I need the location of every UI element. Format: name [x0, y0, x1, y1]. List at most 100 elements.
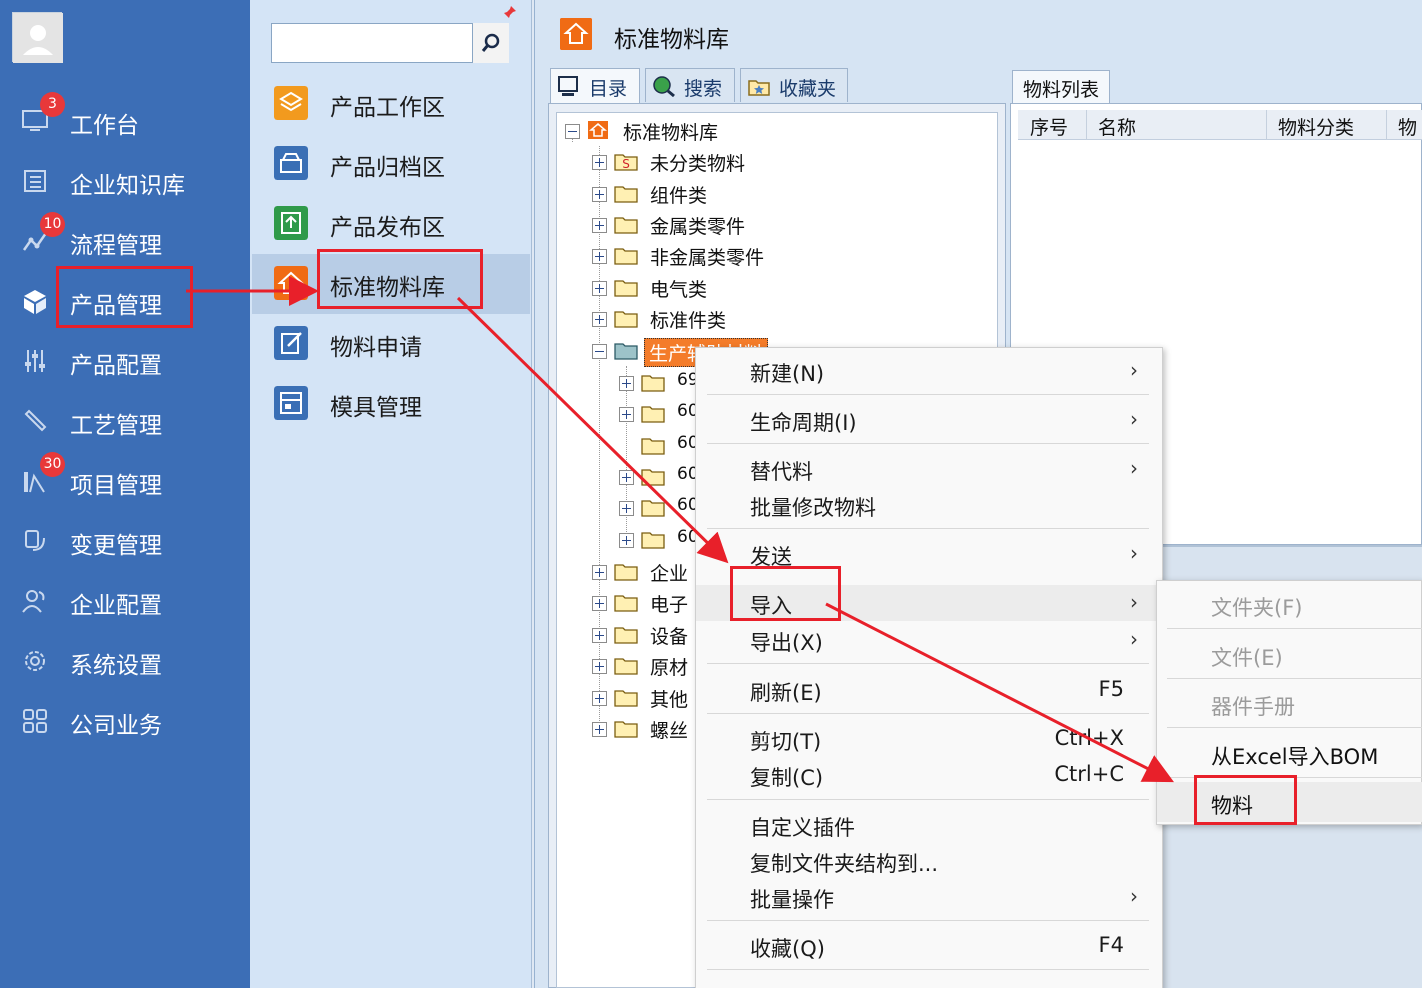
column-header[interactable]: 物 [1398, 113, 1417, 140]
column-header[interactable]: 名称 [1098, 113, 1136, 140]
expand-toggle[interactable] [592, 691, 607, 706]
nav-item-project[interactable]: 30 项目管理 [0, 452, 250, 508]
nav-item-change[interactable]: 变更管理 [0, 512, 250, 568]
tree-node[interactable]: 螺丝 [592, 715, 697, 743]
tree-node[interactable]: 设备 [592, 621, 697, 649]
tab-favorites[interactable]: 收藏夹 [740, 68, 848, 102]
sub-item-product-archive[interactable]: 产品归档区 [252, 134, 530, 194]
expand-toggle[interactable] [619, 533, 634, 548]
column-divider[interactable] [1086, 110, 1087, 140]
book-icon [24, 170, 46, 192]
menu-item-lifecycle[interactable]: 生命周期(I) › [696, 402, 1158, 438]
expand-toggle[interactable] [619, 501, 634, 516]
menu-item-custom-plugin[interactable]: 自定义插件 [696, 807, 1158, 843]
nav-item-knowledge[interactable]: 企业知识库 [0, 152, 250, 208]
expand-toggle[interactable] [592, 218, 607, 233]
sub-item-product-publish[interactable]: 产品发布区 [252, 194, 530, 254]
expand-toggle[interactable] [592, 596, 607, 611]
submenu-item-file[interactable]: 文件(E) [1157, 634, 1422, 674]
tree-node[interactable]: 电气类 [592, 274, 852, 302]
menu-item-label: 导出(X) [750, 631, 823, 655]
tree-node[interactable]: 非金属类零件 [592, 242, 852, 270]
collapse-toggle[interactable] [592, 344, 607, 359]
nav-item-settings[interactable]: 系统设置 [0, 632, 250, 688]
menu-item-cut[interactable]: 剪切(T) Ctrl+X [696, 721, 1158, 757]
menu-item-export[interactable]: 导出(X) › [696, 622, 1158, 658]
expand-toggle[interactable] [619, 376, 634, 391]
expand-toggle[interactable] [592, 722, 607, 737]
menu-item-batch-operation[interactable]: 批量操作 › [696, 879, 1158, 915]
nav-item-enterprise[interactable]: 企业配置 [0, 572, 250, 628]
menu-item-batch-edit[interactable]: 批量修改物料 [696, 487, 1158, 523]
tree-node-root[interactable]: 标准物料库 [565, 117, 825, 145]
submenu-item-folder[interactable]: 文件夹(F) [1157, 584, 1422, 624]
tree-node[interactable]: 60 [619, 432, 699, 460]
tree-node[interactable]: 企业 [592, 558, 697, 586]
nav-item-business[interactable]: 公司业务 [0, 692, 250, 748]
expand-toggle[interactable] [592, 187, 607, 202]
tree-node[interactable]: 电子 [592, 589, 697, 617]
column-header[interactable]: 物料分类 [1278, 113, 1354, 140]
expand-toggle[interactable] [592, 312, 607, 327]
folder-icon [641, 438, 665, 455]
menu-item-import[interactable]: 导入 › [696, 585, 1158, 621]
tree-node-label: 原材 [650, 657, 689, 679]
tree-node[interactable]: 原材 [592, 652, 697, 680]
tree-node-label: 螺丝 [650, 720, 689, 742]
expand-toggle[interactable] [592, 628, 607, 643]
sub-item-material-request[interactable]: 物料申请 [252, 314, 530, 374]
submenu-item-device-manual[interactable]: 器件手册 [1157, 683, 1422, 723]
column-divider[interactable] [1386, 110, 1387, 140]
menu-item-new[interactable]: 新建(N) › [696, 353, 1158, 389]
menu-item-refresh[interactable]: 刷新(E) F5 [696, 672, 1158, 708]
menu-item-substitute[interactable]: 替代料 › [696, 451, 1158, 487]
nav-item-label: 变更管理 [70, 533, 162, 559]
avatar[interactable] [12, 12, 63, 63]
tab-search[interactable]: 搜索 [645, 68, 735, 102]
column-divider[interactable] [1266, 110, 1267, 140]
menu-item-copy-folder-structure[interactable]: 复制文件夹结构到... [696, 843, 1158, 879]
tree-node[interactable]: S 未分类物料 [592, 148, 852, 176]
search-button[interactable] [472, 23, 509, 63]
sub-item-mold-management[interactable]: 模具管理 [252, 374, 530, 434]
menu-item-send[interactable]: 发送 › [696, 536, 1158, 572]
expand-toggle[interactable] [592, 565, 607, 580]
folder-icon [614, 564, 638, 581]
menu-item-label: 复制(C) [750, 766, 824, 790]
nav-item-process[interactable]: 工艺管理 [0, 392, 250, 448]
tree-node[interactable]: 69 [619, 369, 699, 397]
sub-item-label: 标准物料库 [330, 275, 445, 301]
expand-toggle[interactable] [592, 281, 607, 296]
pin-icon[interactable] [503, 5, 517, 19]
tree-node[interactable]: 60 [619, 526, 699, 554]
column-header[interactable]: 序号 [1030, 113, 1068, 140]
tree-node[interactable]: 60 [619, 463, 699, 491]
expand-toggle[interactable] [592, 155, 607, 170]
nav-item-workflow[interactable]: 10 流程管理 [0, 212, 250, 268]
sub-item-standard-library[interactable]: 标准物料库 [252, 254, 530, 314]
tab-catalog[interactable]: 目录 [550, 68, 640, 104]
sub-item-product-workspace[interactable]: 产品工作区 [252, 74, 530, 134]
menu-item-copy[interactable]: 复制(C) Ctrl+C [696, 757, 1158, 793]
expand-toggle[interactable] [619, 470, 634, 485]
menu-item-favorite[interactable]: 收藏(Q) F4 [696, 928, 1158, 964]
tree-node[interactable]: 金属类零件 [592, 211, 852, 239]
collapse-toggle[interactable] [565, 124, 580, 139]
nav-item-config[interactable]: 产品配置 [0, 332, 250, 388]
nav-item-product[interactable]: 产品管理 [0, 272, 250, 328]
expand-toggle[interactable] [619, 407, 634, 422]
tree-node[interactable]: 组件类 [592, 180, 852, 208]
nav-item-workbench[interactable]: 3 工作台 [0, 92, 250, 148]
folder-icon [614, 721, 638, 738]
tab-label: 搜索 [684, 78, 723, 100]
tree-node[interactable]: 其他 [592, 684, 697, 712]
tree-node[interactable]: 60 [619, 400, 699, 428]
tree-node[interactable]: 60 [619, 494, 699, 522]
submenu-item-material[interactable]: 物料 [1157, 782, 1422, 822]
expand-toggle[interactable] [592, 659, 607, 674]
menu-item-label: 刷新(E) [750, 681, 822, 705]
expand-toggle[interactable] [592, 249, 607, 264]
submenu-item-import-bom-from-excel[interactable]: 从Excel导入BOM [1157, 733, 1422, 773]
tree-node[interactable]: 标准件类 [592, 305, 852, 333]
tab-material-list[interactable]: 物料列表 [1012, 70, 1110, 104]
